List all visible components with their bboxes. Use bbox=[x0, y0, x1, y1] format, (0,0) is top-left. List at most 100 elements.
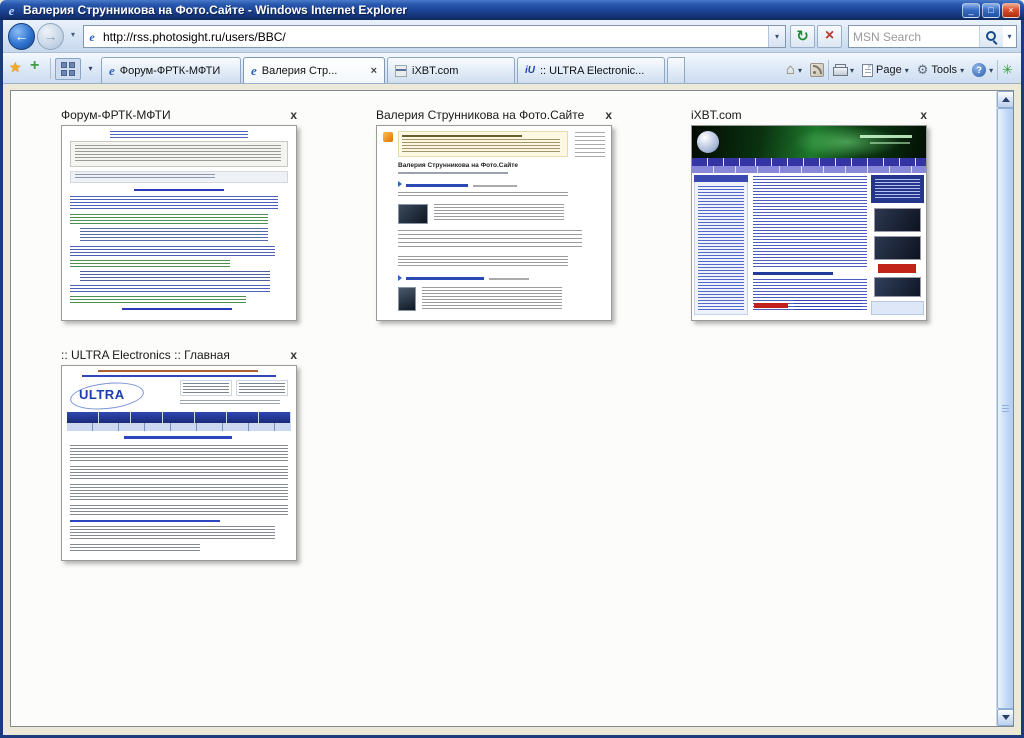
scroll-up-button[interactable] bbox=[997, 91, 1013, 108]
rss-feed-icon bbox=[809, 63, 824, 77]
quick-tabs-grid-icon bbox=[61, 62, 75, 76]
chevron-down-icon: ▾ bbox=[960, 65, 965, 75]
quick-tabs-view: Форум-ФРТК-МФТИ x Валерия Струнникова на… bbox=[10, 90, 1014, 727]
quick-tab-close-icon[interactable]: x bbox=[598, 108, 612, 122]
tools-menu-button[interactable]: ⚙ Tools ▾ bbox=[913, 58, 968, 82]
tab-list-dropdown[interactable]: ▾ bbox=[84, 58, 97, 80]
quick-tab-title: iXBT.com bbox=[691, 107, 742, 122]
quick-tab-thumbnail[interactable]: Валерия Струнникова на Фото.Сайте bbox=[376, 125, 612, 321]
tab-label: Валерия Стр... bbox=[261, 64, 338, 77]
ie-logo-icon: e bbox=[8, 2, 15, 18]
home-icon: ⌂ bbox=[785, 61, 795, 78]
address-dropdown-button[interactable]: ▾ bbox=[768, 26, 785, 47]
quick-tab-title: :: ULTRA Electronics :: Главная bbox=[61, 347, 230, 362]
tab-forum[interactable]: e Форум-ФРТК-МФТИ bbox=[101, 57, 241, 83]
scroll-down-button[interactable] bbox=[997, 709, 1013, 726]
quick-tab-title: Форум-ФРТК-МФТИ bbox=[61, 107, 171, 122]
close-button[interactable]: × bbox=[1002, 2, 1020, 18]
print-button[interactable]: ▾ bbox=[829, 58, 858, 82]
feed-heading: Валерия Струнникова на Фото.Сайте bbox=[398, 162, 518, 169]
back-button[interactable]: ← bbox=[8, 23, 35, 50]
forward-button[interactable]: → bbox=[37, 23, 64, 50]
title-bar: e Валерия Струнникова на Фото.Сайте - Wi… bbox=[0, 0, 1024, 20]
page-menu-label: Page bbox=[876, 64, 902, 76]
site-logo bbox=[697, 131, 719, 153]
quick-tabs-button[interactable] bbox=[55, 58, 81, 80]
search-provider-dropdown[interactable]: ▾ bbox=[1003, 32, 1016, 41]
search-input[interactable] bbox=[849, 29, 979, 44]
home-button[interactable]: ⌂ ▾ bbox=[782, 58, 806, 82]
news-photo bbox=[874, 236, 921, 260]
maximize-button[interactable]: □ bbox=[982, 2, 1000, 18]
ie-favicon-icon: e bbox=[109, 62, 115, 78]
gear-icon: ⚙ bbox=[916, 62, 929, 77]
help-icon: ? bbox=[972, 63, 987, 77]
new-tab-stub[interactable] bbox=[667, 57, 685, 83]
addon-button[interactable]: ✳ bbox=[998, 58, 1017, 82]
page-menu-button[interactable]: Page ▾ bbox=[858, 58, 913, 82]
navigation-bar: ← → ▾ e ▾ ↻ × ▾ bbox=[3, 20, 1021, 53]
chevron-down-icon: ▾ bbox=[989, 65, 994, 75]
feed-photo bbox=[398, 287, 416, 311]
arrow-up-icon bbox=[1001, 97, 1010, 102]
tab-ixbt[interactable]: iXBT.com bbox=[387, 57, 515, 83]
page-favicon-icon: e bbox=[89, 29, 95, 44]
feed-button[interactable] bbox=[806, 58, 828, 82]
tab-label: :: ULTRA Electronic... bbox=[540, 64, 645, 77]
scrollbar-thumb[interactable] bbox=[997, 108, 1013, 709]
tab-bar: ★ + ▾ e Форум-ФРТК-МФТИ e Валерия Стр...… bbox=[3, 53, 1021, 84]
help-menu-button[interactable]: ? ▾ bbox=[968, 58, 997, 82]
quick-tab-close-icon[interactable]: x bbox=[913, 108, 927, 122]
recent-pages-dropdown[interactable]: ▾ bbox=[67, 30, 79, 39]
quick-tab-thumbnail[interactable] bbox=[691, 125, 927, 321]
thumbnail-preview-ixbt bbox=[692, 126, 926, 320]
quick-tab-tile-ixbt: iXBT.com x bbox=[691, 107, 927, 321]
stop-button[interactable]: × bbox=[817, 25, 842, 48]
vertical-scrollbar[interactable] bbox=[996, 91, 1013, 726]
refresh-button[interactable]: ↻ bbox=[790, 25, 815, 48]
chevron-down-icon: ▾ bbox=[849, 65, 854, 75]
ultra-logo-text: ULTRA bbox=[79, 387, 125, 402]
printer-icon bbox=[832, 64, 848, 76]
quick-tab-thumbnail[interactable]: ULTRA bbox=[61, 365, 297, 561]
favorites-center-button[interactable]: ★ bbox=[9, 59, 22, 76]
arrow-down-icon bbox=[1001, 715, 1010, 720]
window-title: Валерия Струнникова на Фото.Сайте - Wind… bbox=[23, 3, 408, 17]
tab-close-icon[interactable]: × bbox=[371, 65, 377, 77]
quick-tab-title: Валерия Струнникова на Фото.Сайте bbox=[376, 107, 585, 122]
quick-tab-thumbnail[interactable] bbox=[61, 125, 297, 321]
tab-strip: e Форум-ФРТК-МФТИ e Валерия Стр... × iXB… bbox=[101, 57, 685, 83]
thumbnail-preview-forum bbox=[62, 126, 296, 320]
tab-label: Форум-ФРТК-МФТИ bbox=[119, 64, 221, 77]
tab-label: iXBT.com bbox=[412, 64, 459, 77]
scrollbar-track[interactable] bbox=[997, 108, 1013, 709]
address-input[interactable] bbox=[100, 29, 768, 44]
rss-icon bbox=[383, 132, 393, 142]
search-box: ▾ bbox=[848, 25, 1017, 48]
quick-tab-tile-ultra: :: ULTRA Electronics :: Главная x ULTRA bbox=[61, 347, 297, 561]
chevron-down-icon: ▾ bbox=[797, 65, 802, 75]
news-photo bbox=[874, 277, 921, 297]
red-button bbox=[878, 264, 916, 273]
feed-photo bbox=[398, 204, 428, 224]
addon-flower-icon: ✳ bbox=[1002, 62, 1013, 77]
ie-favicon-icon: e bbox=[251, 62, 257, 78]
search-button[interactable] bbox=[979, 26, 1003, 47]
command-bar: ⌂ ▾ ▾ Page ▾ ⚙ Tools ▾ ? ▾ ✳ bbox=[782, 57, 1017, 83]
thumbnail-preview-ultra: ULTRA bbox=[62, 366, 296, 560]
minimize-button[interactable]: _ bbox=[962, 2, 980, 18]
news-photo bbox=[874, 208, 921, 232]
tab-valeria-active[interactable]: e Валерия Стр... × bbox=[243, 57, 385, 83]
window-frame: ← → ▾ e ▾ ↻ × ▾ ★ + ▾ e Форум-ФРТК-МФТИ bbox=[0, 20, 1024, 738]
quick-tab-close-icon[interactable]: x bbox=[283, 348, 297, 362]
ixbt-favicon-icon bbox=[395, 64, 407, 77]
quick-tab-tile-valeria: Валерия Струнникова на Фото.Сайте x Вале… bbox=[376, 107, 612, 321]
page-icon bbox=[862, 63, 873, 77]
quick-tab-close-icon[interactable]: x bbox=[283, 108, 297, 122]
tab-ultra[interactable]: iU :: ULTRA Electronic... bbox=[517, 57, 665, 83]
separator bbox=[50, 58, 51, 79]
add-favorite-button[interactable]: + bbox=[30, 57, 39, 75]
ultra-favicon-icon: iU bbox=[525, 65, 535, 76]
client-area: Форум-ФРТК-МФТИ x Валерия Струнникова на… bbox=[3, 84, 1021, 735]
address-bar[interactable]: e ▾ bbox=[83, 25, 786, 48]
